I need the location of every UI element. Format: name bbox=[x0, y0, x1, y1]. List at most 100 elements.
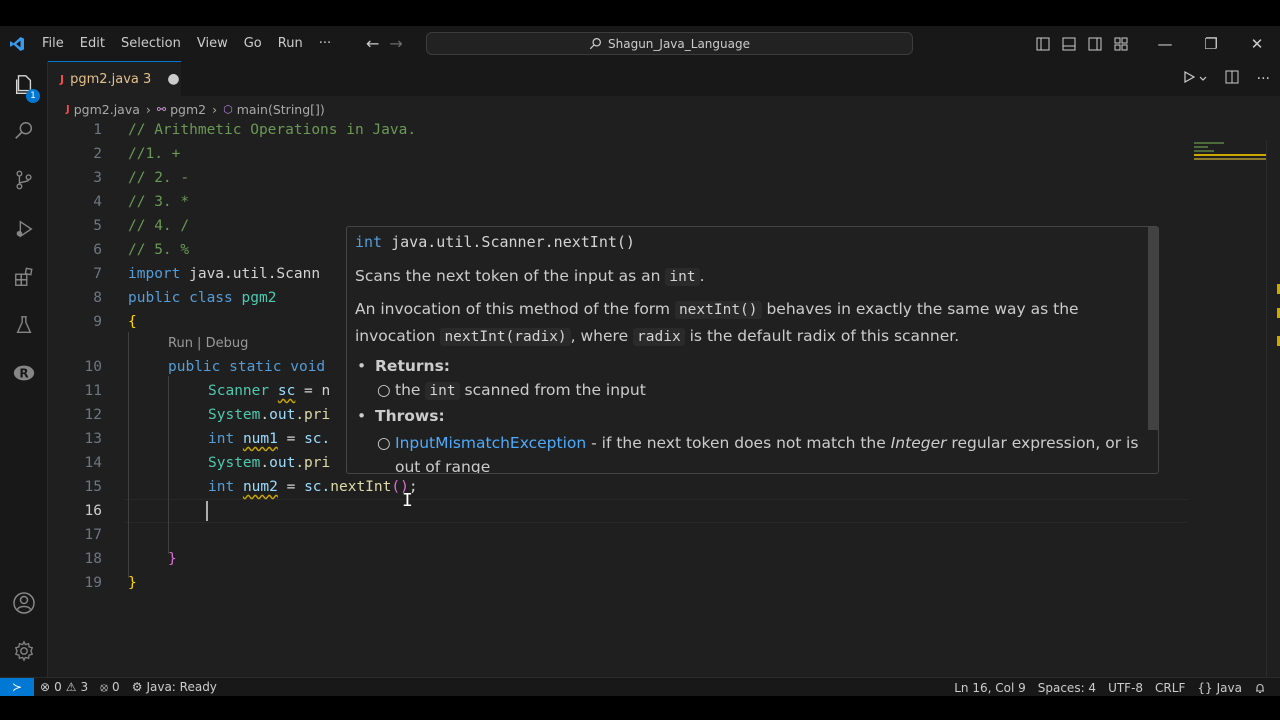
input-mismatch-exception-link[interactable]: InputMismatchException bbox=[395, 434, 586, 452]
hover-throws-item: ○ InputMismatchException - if the next to… bbox=[377, 434, 1139, 474]
remote-indicator-icon[interactable]: ≻ bbox=[0, 677, 34, 697]
vscode-logo-icon bbox=[0, 26, 34, 61]
java-status-icon: ⚙ bbox=[131, 680, 143, 694]
menu-view[interactable]: View bbox=[189, 26, 236, 61]
minimize-button[interactable]: — bbox=[1142, 26, 1188, 61]
line-number: 12 bbox=[84, 407, 102, 423]
problems-indicator[interactable]: ⊗ 0 ⚠ 3 bbox=[34, 678, 94, 697]
codelens-run-debug[interactable]: Run | Debug bbox=[168, 332, 248, 356]
breadcrumb: J pgm2.java › ⚯ pgm2 › ⬡ main(String[]) bbox=[66, 98, 325, 120]
java-file-icon: J bbox=[66, 103, 70, 115]
line-text: // 4. / bbox=[128, 218, 190, 234]
split-editor-icon[interactable] bbox=[1225, 70, 1239, 88]
hover-signature: int java.util.Scanner.nextInt() bbox=[355, 233, 635, 251]
code-line: 1 // Arithmetic Operations in Java. bbox=[48, 118, 1188, 142]
line-number: 5 bbox=[93, 218, 102, 234]
tab-pgm2-java[interactable]: J pgm2.java 3 ● bbox=[48, 61, 181, 96]
class-symbol-icon: ⚯ bbox=[156, 102, 167, 116]
restore-button[interactable]: ❐ bbox=[1188, 26, 1234, 61]
navigation-arrows: ← → bbox=[366, 26, 403, 61]
menu-more[interactable]: ··· bbox=[311, 26, 339, 61]
breadcrumb-chevron-icon: › bbox=[145, 101, 151, 117]
letterbox-bottom bbox=[0, 696, 1280, 720]
remote-explorer-icon[interactable]: R bbox=[0, 351, 48, 395]
close-window-button[interactable]: ✕ bbox=[1234, 26, 1280, 61]
menu-selection[interactable]: Selection bbox=[113, 26, 189, 61]
line-text: public class pgm2 bbox=[128, 290, 277, 306]
customize-layout-icon[interactable] bbox=[1108, 26, 1134, 61]
testing-flask-icon[interactable] bbox=[0, 303, 48, 347]
line-text: int num1 = sc. bbox=[208, 431, 331, 447]
line-text: // 5. % bbox=[128, 242, 190, 258]
extensions-icon[interactable] bbox=[0, 255, 48, 299]
line-number: 9 bbox=[93, 314, 102, 330]
menu-edit[interactable]: Edit bbox=[72, 26, 113, 61]
minimap-line bbox=[1194, 154, 1266, 156]
accounts-icon[interactable] bbox=[0, 581, 48, 625]
line-text: System.out.pri bbox=[208, 455, 331, 471]
toggle-secondary-sidebar-icon[interactable] bbox=[1082, 26, 1108, 61]
letterbox-top bbox=[0, 0, 1280, 26]
line-text: System.out.pri bbox=[208, 407, 331, 423]
search-sidebar-icon[interactable] bbox=[0, 109, 48, 153]
java-status[interactable]: ⚙ Java: Ready bbox=[126, 678, 223, 697]
breadcrumb-class[interactable]: pgm2 bbox=[170, 102, 206, 117]
run-java-button[interactable] bbox=[1183, 70, 1207, 87]
ports-indicator[interactable]: ⦻ 0 bbox=[94, 678, 126, 697]
notifications-bell-icon[interactable] bbox=[1248, 678, 1272, 697]
java-file-icon: J bbox=[60, 72, 65, 86]
more-actions-icon[interactable]: ··· bbox=[1257, 71, 1270, 87]
line-text: import java.util.Scann bbox=[128, 266, 321, 282]
code-line: 19} bbox=[48, 571, 1188, 595]
text-caret bbox=[206, 501, 208, 521]
explorer-icon[interactable]: 1 bbox=[0, 63, 48, 107]
line-text: public static void bbox=[168, 359, 326, 375]
line-text: { bbox=[128, 314, 137, 330]
line-text: Scanner sc = n bbox=[208, 383, 331, 399]
toggle-primary-sidebar-icon[interactable] bbox=[1030, 26, 1056, 61]
breadcrumb-file[interactable]: pgm2.java bbox=[74, 102, 140, 117]
code-line: 17 bbox=[48, 523, 1188, 547]
window-controls: — ❐ ✕ bbox=[1030, 26, 1280, 61]
manage-gear-icon[interactable] bbox=[0, 629, 48, 673]
error-count: 0 bbox=[54, 680, 62, 694]
minimap-line bbox=[1194, 146, 1208, 148]
editor-actions: ··· bbox=[1183, 61, 1270, 96]
editor-scrollbar[interactable] bbox=[1266, 140, 1280, 680]
error-icon: ⊗ bbox=[40, 680, 51, 694]
java-status-label: Java: Ready bbox=[146, 680, 217, 694]
command-center-label: Shagun_Java_Language bbox=[608, 36, 750, 51]
language-mode[interactable]: {} Java bbox=[1191, 678, 1248, 697]
menu-go[interactable]: Go bbox=[236, 26, 270, 61]
menu-run[interactable]: Run bbox=[270, 26, 311, 61]
hover-returns-heading: • Returns: bbox=[357, 357, 450, 375]
file-encoding[interactable]: UTF-8 bbox=[1102, 678, 1149, 697]
back-arrow-icon[interactable]: ← bbox=[366, 34, 379, 53]
title-bar: File Edit Selection View Go Run ··· ← → … bbox=[0, 26, 1280, 61]
code-line: 4 // 3. * bbox=[48, 190, 1188, 214]
minimap[interactable] bbox=[1192, 140, 1268, 180]
hover-description-2: An invocation of this method of the form… bbox=[355, 300, 1079, 346]
breadcrumb-method[interactable]: main(String[]) bbox=[237, 102, 325, 117]
code-line-current: 16 bbox=[48, 499, 1188, 523]
minimap-line bbox=[1194, 142, 1224, 144]
minimap-line bbox=[1194, 150, 1214, 152]
line-number: 18 bbox=[84, 551, 102, 567]
code-line: 18} bbox=[48, 547, 1188, 571]
forward-arrow-icon[interactable]: → bbox=[389, 34, 402, 53]
cursor-position[interactable]: Ln 16, Col 9 bbox=[948, 678, 1032, 697]
run-debug-icon[interactable] bbox=[0, 207, 48, 251]
line-text: // Arithmetic Operations in Java. bbox=[128, 122, 417, 138]
command-center-search[interactable]: Shagun_Java_Language bbox=[426, 32, 913, 55]
indentation[interactable]: Spaces: 4 bbox=[1032, 678, 1102, 697]
hover-scrollbar[interactable] bbox=[1148, 227, 1158, 430]
line-number: 2 bbox=[93, 146, 102, 162]
menu-file[interactable]: File bbox=[34, 26, 72, 61]
hover-documentation-popup[interactable]: int java.util.Scanner.nextInt() Scans th… bbox=[346, 226, 1159, 474]
toggle-panel-icon[interactable] bbox=[1056, 26, 1082, 61]
end-of-line[interactable]: CRLF bbox=[1149, 678, 1191, 697]
unsaved-dot-icon[interactable]: ● bbox=[167, 71, 179, 87]
line-number: 19 bbox=[84, 575, 102, 591]
line-number: 11 bbox=[84, 383, 102, 399]
source-control-icon[interactable] bbox=[0, 158, 48, 202]
